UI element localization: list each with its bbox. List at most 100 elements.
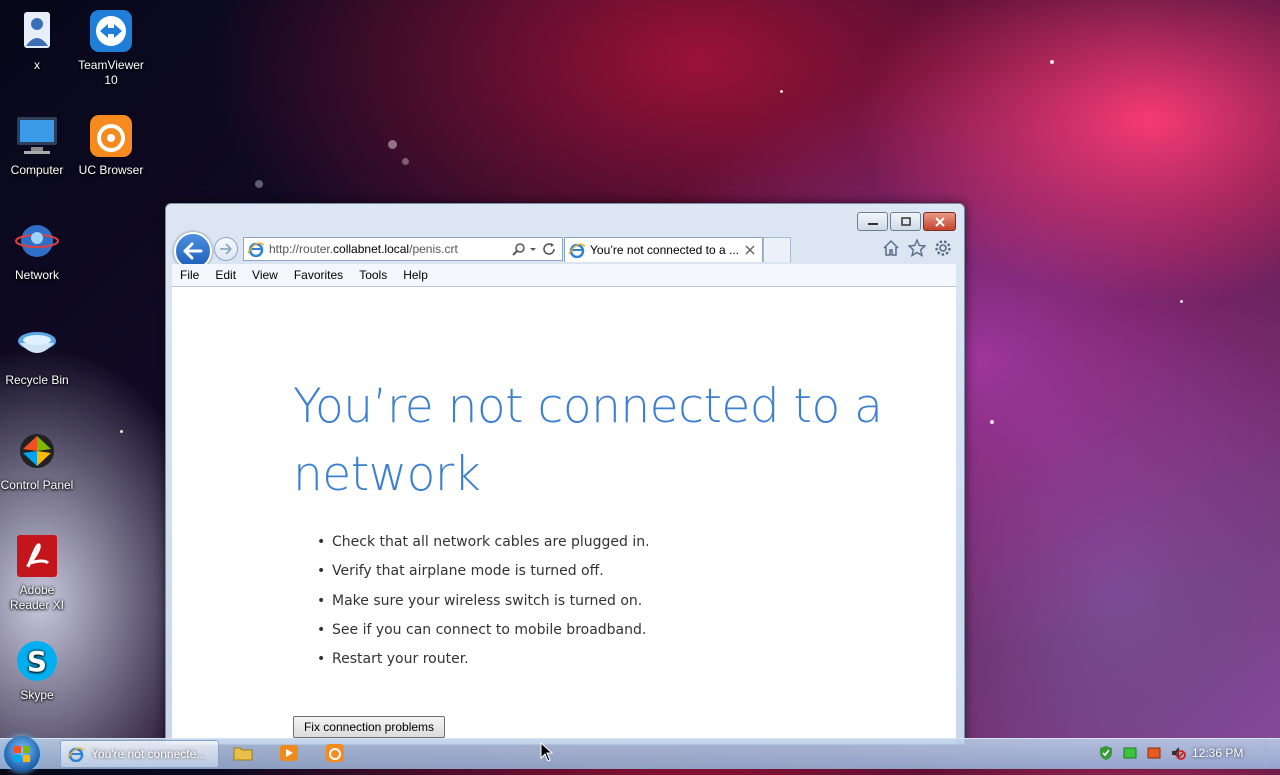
tab-current[interactable]: You’re not connected to a ... — [564, 237, 763, 262]
address-bar[interactable]: http://router.collabnet.local/penis.crt — [243, 237, 563, 261]
uc-browser-icon — [88, 113, 134, 159]
refresh-icon[interactable] — [542, 242, 558, 256]
desktop-icon-uc-browser[interactable]: UC Browser — [74, 113, 148, 178]
taskbar-task-label: You're not connecte... — [91, 747, 207, 761]
menu-file[interactable]: File — [172, 268, 207, 282]
maximize-icon — [900, 216, 911, 226]
taskbar-uc-browser-button[interactable] — [325, 743, 345, 763]
wallpaper-star — [990, 420, 994, 424]
menu-tools[interactable]: Tools — [351, 268, 395, 282]
uc-browser-taskbar-icon — [326, 744, 344, 762]
svg-text:S: S — [27, 645, 47, 678]
network-status-icon[interactable] — [1122, 745, 1138, 761]
minimize-icon — [867, 222, 878, 225]
security-shield-icon[interactable] — [1098, 745, 1114, 761]
list-item: Check that all network cables are plugge… — [317, 534, 650, 563]
wallpaper-star — [255, 180, 263, 188]
list-item: Verify that airplane mode is turned off. — [317, 563, 650, 592]
wallpaper-star — [120, 430, 123, 433]
desktop-icon-label: Recycle Bin — [5, 373, 69, 387]
ie-taskbar-icon — [67, 747, 85, 762]
wallpaper-star — [780, 90, 783, 93]
ie-page-icon — [247, 242, 265, 257]
troubleshooting-list: Check that all network cables are plugge… — [317, 534, 650, 680]
skype-icon: S — [14, 638, 60, 684]
menu-view[interactable]: View — [244, 268, 286, 282]
address-url[interactable]: http://router.collabnet.local/penis.crt — [269, 242, 512, 256]
user-folder-icon — [14, 8, 60, 54]
search-icon[interactable] — [512, 242, 526, 256]
menu-bar: File Edit View Favorites Tools Help — [172, 264, 956, 287]
menu-favorites[interactable]: Favorites — [286, 268, 351, 282]
network-icon — [14, 218, 60, 264]
ie-tab-icon — [568, 243, 586, 258]
teamviewer-icon — [88, 8, 134, 54]
tools-gear-icon[interactable] — [934, 239, 952, 257]
wallpaper-star — [388, 140, 397, 149]
desktop-icon-label: Skype — [20, 688, 54, 702]
forward-arrow-icon — [220, 243, 232, 255]
list-item: Restart your router. — [317, 651, 650, 680]
forward-button[interactable] — [214, 237, 238, 261]
favorites-star-icon[interactable] — [908, 239, 926, 257]
desktop-icon-label: x — [34, 58, 40, 72]
desktop-icon-label: UC Browser — [78, 163, 144, 177]
desktop-icon-label: Adobe Reader XI — [9, 583, 65, 612]
url-domain: collabnet.local — [333, 242, 410, 256]
close-icon — [934, 216, 945, 227]
system-tray — [1098, 745, 1186, 761]
desktop-icon-label: Computer — [10, 163, 64, 177]
action-center-icon[interactable] — [1146, 745, 1162, 761]
wallpaper-star — [1180, 300, 1183, 303]
tab-title: You’re not connected to a ... — [590, 243, 739, 257]
close-button[interactable] — [923, 212, 956, 231]
folder-icon — [233, 747, 253, 761]
desktop-icon-adobe-reader[interactable]: Adobe Reader XI — [0, 533, 74, 613]
wallpaper-star — [1050, 60, 1054, 64]
maximize-button[interactable] — [890, 212, 921, 231]
desktop-icon-network[interactable]: Network — [0, 218, 74, 283]
desktop-icon-recycle-bin[interactable]: Recycle Bin — [0, 323, 74, 388]
adobe-reader-icon — [14, 533, 60, 579]
page-content: You’re not connected to a network Check … — [172, 287, 956, 744]
minimize-button[interactable] — [857, 212, 888, 231]
list-item: Make sure your wireless switch is turned… — [317, 593, 650, 622]
tab-close-icon[interactable] — [744, 244, 756, 256]
dropdown-arrow-icon[interactable] — [528, 242, 538, 256]
control-panel-icon — [14, 428, 60, 474]
taskbar-ie-task[interactable]: You're not connecte... — [60, 740, 219, 768]
fix-connection-button[interactable]: Fix connection problems — [293, 716, 445, 738]
url-prefix: http://router. — [269, 242, 334, 256]
url-path: /penis.crt — [409, 242, 458, 256]
show-desktop-button[interactable] — [1265, 739, 1280, 769]
desktop-icon-skype[interactable]: S Skype — [0, 638, 74, 703]
start-button[interactable] — [4, 736, 40, 772]
browser-window: http://router.collabnet.local/penis.crt … — [165, 203, 965, 745]
taskbar-clock[interactable]: 12:36 PM — [1192, 746, 1243, 760]
media-player-icon — [280, 745, 298, 761]
desktop-icon-user[interactable]: x — [0, 8, 74, 73]
desktop-icon-label: TeamViewer 10 — [78, 58, 144, 87]
desktop-icon-teamviewer[interactable]: TeamViewer 10 — [74, 8, 148, 88]
taskbar-explorer-button[interactable] — [233, 743, 253, 763]
desktop-icon-computer[interactable]: Computer — [0, 113, 74, 178]
recycle-bin-icon — [14, 323, 60, 369]
desktop-icon-label: Network — [14, 268, 59, 282]
volume-muted-icon[interactable] — [1170, 745, 1186, 761]
taskbar: You're not connecte... 12:36 PM — [0, 736, 1280, 772]
back-arrow-icon — [183, 242, 203, 260]
new-tab-button[interactable] — [763, 237, 791, 262]
menu-help[interactable]: Help — [395, 268, 436, 282]
windows-logo-icon — [14, 746, 30, 762]
window-caption-buttons — [857, 212, 956, 231]
list-item: See if you can connect to mobile broadba… — [317, 622, 650, 651]
toolbar-right-icons — [882, 239, 952, 257]
menu-edit[interactable]: Edit — [207, 268, 244, 282]
computer-icon — [14, 113, 60, 159]
mouse-cursor-icon — [540, 742, 554, 762]
desktop-icon-control-panel[interactable]: Control Panel — [0, 428, 74, 493]
error-heading: You’re not connected to a network — [293, 379, 883, 502]
desktop-icon-label: Control Panel — [0, 478, 74, 492]
taskbar-media-player-button[interactable] — [279, 743, 299, 763]
home-icon[interactable] — [882, 239, 900, 257]
